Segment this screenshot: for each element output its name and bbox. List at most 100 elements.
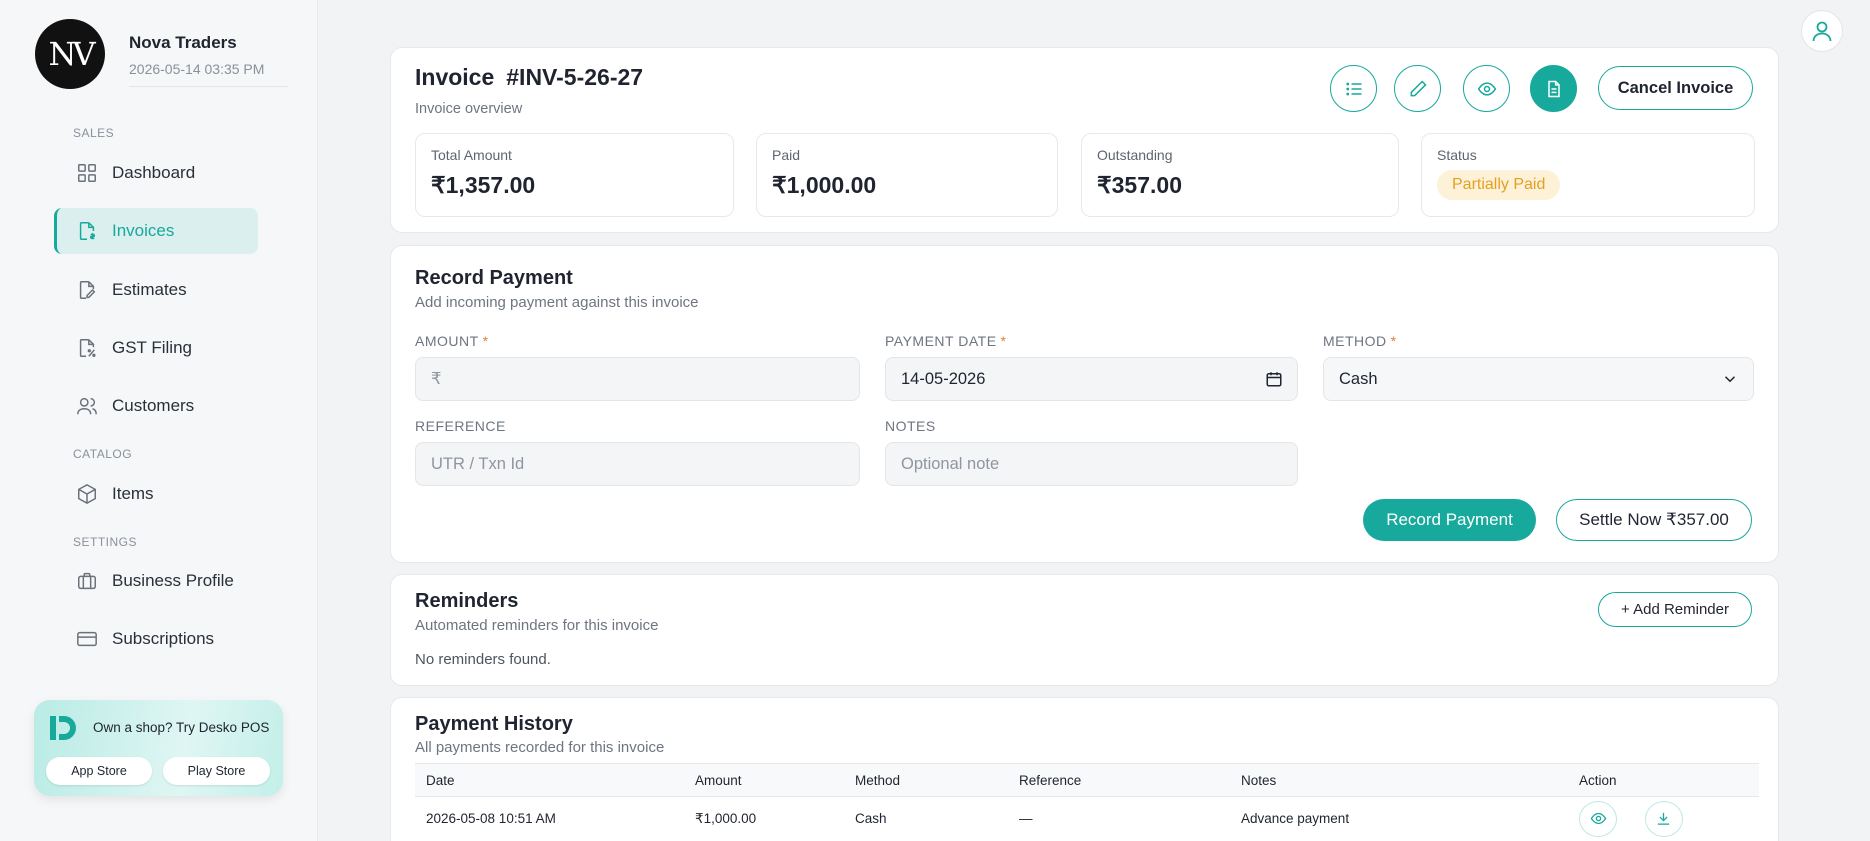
stat-label: Paid <box>772 147 801 163</box>
invoice-number: #INV-5-26-27 <box>506 64 644 90</box>
cell-action <box>1568 797 1759 841</box>
reference-label: REFERENCE <box>415 418 506 434</box>
record-payment-button[interactable]: Record Payment <box>1363 499 1536 541</box>
method-value: Cash <box>1339 369 1378 388</box>
stat-value: ₹1,000.00 <box>772 172 877 198</box>
sidebar-item-estimates[interactable]: Estimates <box>54 267 258 313</box>
download-icon <box>1658 813 1670 826</box>
cancel-invoice-button[interactable]: Cancel Invoice <box>1598 66 1753 110</box>
sidebar-item-label: Dashboard <box>112 163 196 182</box>
briefcase-icon <box>78 572 96 590</box>
sidebar-item-subscriptions[interactable]: Subscriptions <box>54 616 258 662</box>
calendar-icon[interactable] <box>1265 370 1283 388</box>
record-payment-title: Record Payment <box>415 267 573 289</box>
column-header-date: Date <box>415 763 684 797</box>
app-store-button[interactable]: App Store <box>46 757 152 785</box>
notes-input[interactable]: Optional note <box>885 442 1298 486</box>
table-row: 2026-05-08 10:51 AM ₹1,000.00 Cash — Adv… <box>415 797 1759 841</box>
box-icon <box>78 483 96 505</box>
user-icon <box>1812 21 1832 42</box>
user-menu-button[interactable] <box>1801 10 1843 52</box>
sidebar-item-label: Customers <box>112 396 195 415</box>
record-payment-card: Record Payment Add incoming payment agai… <box>390 245 1779 563</box>
notes-label: NOTES <box>885 418 936 434</box>
column-header-method: Method <box>844 763 1008 797</box>
amount-input[interactable]: ₹ <box>415 357 860 401</box>
stat-outstanding: Outstanding ₹357.00 <box>1081 133 1399 217</box>
promo-banner: Own a shop? Try Desko POS App Store Play… <box>34 700 283 796</box>
reference-input[interactable]: UTR / Txn Id <box>415 442 860 486</box>
edit-invoice-button[interactable] <box>1394 65 1441 112</box>
payment-date-label: PAYMENT DATE * <box>885 333 1007 349</box>
amount-label: AMOUNT * <box>415 333 489 349</box>
chevron-down-icon <box>1724 376 1736 383</box>
download-receipt-button[interactable] <box>1644 800 1683 837</box>
payment-history-table: Date Amount Method Reference Notes Actio… <box>415 763 1759 841</box>
method-label: METHOD * <box>1323 333 1397 349</box>
table-header-row: Date Amount Method Reference Notes Actio… <box>415 763 1759 797</box>
payment-date-value: 14-05-2026 <box>901 369 986 388</box>
method-select[interactable]: Cash <box>1323 357 1754 401</box>
sidebar-item-label: Estimates <box>112 280 187 299</box>
sidebar-item-customers[interactable]: Customers <box>54 383 258 429</box>
reminders-title: Reminders <box>415 590 519 612</box>
sidebar-item-label: Subscriptions <box>112 629 215 648</box>
invoice-subtitle: Invoice overview <box>415 101 523 117</box>
estimate-icon <box>79 281 96 299</box>
sidebar-item-invoices[interactable]: Invoices <box>54 208 258 254</box>
stat-label: Total Amount <box>431 147 512 163</box>
business-datetime: 2026-05-14 03:35 PM <box>129 61 288 87</box>
invoice-overview-card: Invoice #INV-5-26-27 Invoice overview Can… <box>390 47 1779 233</box>
stat-label: Status <box>1437 147 1477 163</box>
grid-icon <box>78 164 96 182</box>
promo-text: Own a shop? Try Desko POS <box>93 720 270 735</box>
stat-value: ₹357.00 <box>1097 172 1182 198</box>
sidebar-item-dashboard[interactable]: Dashboard <box>54 150 258 196</box>
section-label-settings: SETTINGS <box>73 535 138 549</box>
invoice-icon <box>79 222 96 240</box>
document-button[interactable] <box>1530 65 1577 112</box>
view-payment-button[interactable] <box>1579 800 1617 837</box>
stat-label: Outstanding <box>1097 147 1173 163</box>
cell-method: Cash <box>855 811 887 827</box>
column-header-notes: Notes <box>1230 763 1568 797</box>
business-logo: NV <box>35 19 105 89</box>
sidebar-item-items[interactable]: Items <box>54 471 258 517</box>
cell-reference: — <box>1019 811 1033 827</box>
list-icon <box>1345 82 1361 95</box>
status-badge: Partially Paid <box>1437 170 1561 200</box>
users-icon <box>77 397 97 415</box>
eye-icon <box>1477 81 1496 96</box>
column-header-amount: Amount <box>684 763 844 797</box>
sidebar-item-label: Invoices <box>112 221 175 240</box>
page-title: Invoice #INV-5-26-27 <box>415 64 643 91</box>
sidebar: NV Nova Traders 2026-05-14 03:35 PM SALE… <box>0 0 318 841</box>
pencil-icon <box>1410 79 1427 96</box>
play-store-button[interactable]: Play Store <box>163 757 270 785</box>
reminders-card: Reminders Automated reminders for this i… <box>390 574 1779 686</box>
list-view-button[interactable] <box>1330 65 1377 112</box>
desko-logo-icon <box>50 716 76 740</box>
invoice-title: Invoice <box>415 64 495 90</box>
preview-invoice-button[interactable] <box>1463 65 1510 112</box>
column-header-action: Action <box>1568 763 1759 797</box>
payment-history-card: Payment History All payments recorded fo… <box>390 697 1779 841</box>
reminders-subtitle: Automated reminders for this invoice <box>415 617 659 634</box>
card-icon <box>77 631 97 647</box>
gst-icon <box>79 339 96 357</box>
cell-amount: ₹1,000.00 <box>695 810 757 826</box>
sidebar-item-gst-filing[interactable]: GST Filing <box>54 325 258 371</box>
eye-icon <box>1590 813 1606 825</box>
record-payment-subtitle: Add incoming payment against this invoic… <box>415 294 699 311</box>
document-icon <box>1547 80 1560 97</box>
payment-date-input[interactable]: 14-05-2026 <box>885 357 1298 401</box>
stat-value: ₹1,357.00 <box>431 172 536 198</box>
cell-date: 2026-05-08 10:51 AM <box>426 811 556 827</box>
sidebar-item-label: Business Profile <box>112 571 234 590</box>
add-reminder-button[interactable]: + Add Reminder <box>1598 592 1752 627</box>
settle-now-button[interactable]: Settle Now ₹357.00 <box>1556 499 1752 541</box>
section-label-catalog: CATALOG <box>73 447 133 461</box>
cell-notes: Advance payment <box>1241 811 1350 827</box>
sidebar-item-business-profile[interactable]: Business Profile <box>54 558 258 604</box>
column-header-reference: Reference <box>1008 763 1230 797</box>
